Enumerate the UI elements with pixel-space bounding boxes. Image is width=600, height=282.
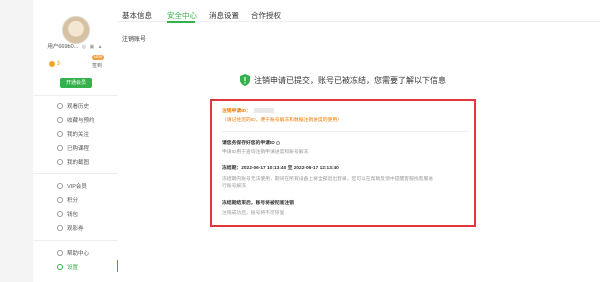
active-tab-underline: [167, 21, 195, 23]
sidebar-item-label: 积分: [67, 198, 79, 204]
wallet-icon: [57, 211, 63, 217]
application-id-warning: （请记住您的ID，便于账号解冻和数据注销进度的使用）: [222, 118, 342, 123]
freeze-desc-line1: 冻结期内账号无法使用，期间在所有设备上将全部退出登录，您可以在帮助反馈中提醒客服…: [222, 177, 434, 182]
avatar[interactable]: [62, 16, 90, 44]
sidebar-item-points[interactable]: 积分: [57, 196, 78, 204]
checkin-link[interactable]: 签到: [92, 62, 102, 69]
tab-basic-info[interactable]: 基本信息: [122, 10, 152, 21]
tab-security-center[interactable]: 安全中心: [167, 10, 197, 21]
vip-button[interactable]: 开通会员: [60, 78, 92, 88]
sidebar-item-label: 我的截图: [67, 160, 90, 166]
sidebar-item-settings[interactable]: 设置: [57, 263, 78, 271]
ticket-icon: [57, 225, 63, 231]
score-stat[interactable]: 3: [49, 61, 60, 67]
save-id-title: 请您务保存好您的申请ID: [222, 139, 280, 146]
shield-check-icon: [240, 74, 250, 86]
follow-icon: [57, 131, 63, 137]
help-icon: [57, 250, 63, 256]
tab-cooperation-auth[interactable]: 合作授权: [251, 10, 281, 21]
freeze-desc-line2: 行账号解冻: [222, 184, 246, 189]
sidebar-item-label: 帮助中心: [67, 251, 90, 257]
vip-icon: [57, 183, 63, 189]
points-icon: [57, 197, 63, 203]
username[interactable]: 用户669b0...: [47, 44, 78, 50]
star-icon: [57, 117, 63, 123]
sidebar-item-screenshots[interactable]: 我的截图: [57, 158, 89, 166]
sidebar-item-label: 收藏与预约: [67, 118, 95, 124]
sidebar-item-label: 钱包: [67, 212, 79, 218]
sidebar-item-favorites[interactable]: 收藏与预约: [57, 116, 95, 124]
sidebar-item-label: VIP会员: [67, 184, 87, 190]
page-subtitle: 注销账号: [122, 37, 147, 43]
divider: [222, 131, 468, 132]
sidebar-item-label: 已购课程: [67, 146, 90, 152]
tab-bar: 基本信息 安全中心 消息设置 合作授权: [118, 0, 600, 23]
settings-icon: [57, 264, 63, 270]
coin-icon: [49, 61, 55, 67]
info-box: 注销申请ID： （请记住您的ID，便于账号解冻和数据注销进度的使用） 请您务保存…: [210, 99, 476, 227]
user-status-icons: ◎ ▣ ▲: [81, 44, 104, 50]
score-value: 3: [57, 61, 60, 67]
application-id-label: 注销申请ID：: [222, 109, 251, 114]
sidebar-item-tickets[interactable]: 观影券: [57, 224, 84, 232]
save-id-title-text: 请您务保存好您的申请ID: [222, 141, 275, 146]
tab-message-settings[interactable]: 消息设置: [209, 10, 239, 21]
divider: [33, 240, 118, 241]
sidebar-item-follow[interactable]: 我的关注: [57, 130, 89, 138]
username-row: 用户669b0... ◎ ▣ ▲: [33, 42, 118, 50]
sidebar-item-courses[interactable]: 已购课程: [57, 144, 89, 152]
sidebar-item-history[interactable]: 观看历史: [57, 102, 89, 110]
headline-text: 注销申请已提交，账号已被冻结，您需要了解以下信息: [254, 75, 446, 85]
sidebar-item-label: 观看历史: [67, 104, 90, 110]
application-id-row: 注销申请ID：: [222, 107, 274, 114]
sidebar-item-vip[interactable]: VIP会员: [57, 182, 87, 190]
after-freeze-title: 冻结期结束后，账号将被彻底注销: [222, 201, 294, 206]
course-icon: [57, 145, 63, 151]
freeze-period: 冻结期：2022-06-17 10:13:40 至 2022-06-17 12:…: [222, 166, 339, 171]
save-id-desc: 申请ID用于查询注销申请进度和账号解冻: [222, 150, 309, 155]
sidebar-item-label: 设置: [67, 265, 79, 271]
sidebar-item-wallet[interactable]: 钱包: [57, 210, 78, 218]
divider: [33, 95, 118, 96]
screenshot-icon: [57, 159, 63, 165]
sidebar-item-label: 我的关注: [67, 132, 90, 138]
status-headline: 注销申请已提交，账号已被冻结，您需要了解以下信息: [240, 74, 446, 86]
sidebar-item-label: 观影券: [67, 226, 84, 232]
info-icon[interactable]: [275, 140, 280, 145]
user-stats: 3: [33, 61, 118, 73]
history-icon: [57, 103, 63, 109]
divider: [33, 173, 118, 174]
application-id-value-redacted: [253, 108, 274, 114]
new-badge: NEW: [92, 55, 105, 60]
main-content: 基本信息 安全中心 消息设置 合作授权 注销账号 注销申请已提交，账号已被冻结，…: [118, 0, 600, 282]
sidebar-item-help[interactable]: 帮助中心: [57, 249, 89, 257]
after-freeze-desc: 注销成功后，账号将不可恢复: [222, 211, 285, 216]
sidebar: 用户669b0... ◎ ▣ ▲ 3 NEW 签到 开通会员 观看历史 收藏与预…: [33, 0, 119, 282]
